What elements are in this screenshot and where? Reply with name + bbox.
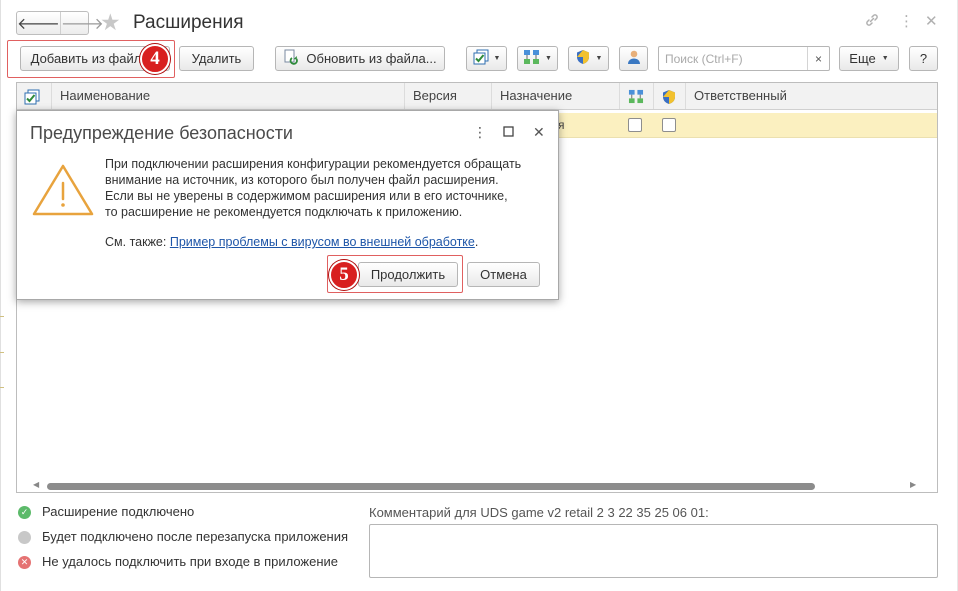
scroll-left-icon[interactable]: ◀ [33,480,39,489]
search-input[interactable] [659,47,807,70]
arrow-right-icon: 🡒 [60,15,104,33]
page-title: Расширения [133,12,244,33]
security-checkbox[interactable] [662,118,676,132]
column-security[interactable] [653,83,685,109]
window-left-border [0,0,1,591]
shield-icon [661,88,677,104]
chevron-down-icon: ▼ [545,55,552,62]
cancel-button[interactable]: Отмена [467,262,540,287]
window-edge-mark [0,316,4,317]
warning-icon [31,163,95,220]
dialog-message-line: то расширение не рекомендуется подключат… [105,205,463,219]
navigation-buttons: 🡐 🡒 [16,11,104,35]
see-also: См. также: Пример проблемы с вирусом во … [105,235,478,249]
link-icon[interactable] [864,12,880,34]
comment-label: Комментарий для UDS game v2 retail 2 3 2… [369,505,709,520]
window-edge-mark [0,387,4,388]
shield-icon [575,49,591,68]
more-button[interactable]: Еще ▼ [839,46,899,71]
table-header: Наименование Версия Назначение Ответстве… [17,83,937,110]
safe-mode-checkbox[interactable] [628,118,642,132]
column-responsible[interactable]: Ответственный [685,83,937,109]
see-also-prefix: См. также: [105,235,170,249]
help-button[interactable]: ? [909,46,938,71]
column-purpose[interactable]: Назначение [491,83,619,109]
dialog-title: Предупреждение безопасности [30,123,293,143]
window-edge-mark [0,352,4,353]
dialog-message-line: Если вы не уверены в содержимом расширен… [105,189,508,203]
close-icon[interactable]: ✕ [533,123,545,141]
select-column-header[interactable] [17,83,51,109]
user-icon [626,49,642,68]
update-from-file-button[interactable]: Обновить из файла... [275,46,445,71]
column-safe-mode[interactable] [619,83,653,109]
legend-failed: Не удалось подключить при входе в прилож… [42,554,339,569]
see-also-suffix: . [474,235,479,249]
step-marker-5: 5 [329,260,359,290]
structure-dropdown[interactable]: ▼ [517,46,558,71]
clear-search-button[interactable]: × [807,47,829,70]
check-list-icon [473,49,489,68]
forward-button[interactable]: 🡒 [61,12,104,34]
virus-example-link[interactable]: Пример проблемы с вирусом во внешней обр… [170,235,475,249]
more-label: Еще [849,51,876,66]
update-from-file-label: Обновить из файла... [306,51,437,66]
hierarchy-icon [523,49,540,68]
check-all-dropdown[interactable]: ▼ [466,46,507,71]
dialog-message: При подключении расширения конфигурации … [105,156,545,220]
dialog-message-line: При подключении расширения конфигурации … [105,157,522,171]
column-version[interactable]: Версия [404,83,491,109]
back-button[interactable]: 🡐 [17,12,61,34]
dialog-message-line: внимание на источник, из которого был по… [105,173,499,187]
comment-textarea[interactable] [369,524,938,578]
check-list-icon [24,88,40,105]
hierarchy-icon [628,88,644,104]
scroll-right-icon[interactable]: ▶ [910,480,916,489]
more-vertical-icon[interactable]: ⋮ [899,12,914,32]
legend-pending: Будет подключено после перезапуска прило… [42,529,349,544]
step-marker-4: 4 [140,44,170,74]
security-dropdown[interactable]: ▼ [568,46,609,71]
chevron-down-icon: ▼ [595,55,603,62]
close-icon[interactable]: ✕ [925,12,938,32]
error-circle-icon: ✕ [18,556,31,569]
check-circle-icon: ✓ [18,506,31,519]
security-warning-dialog: Предупреждение безопасности ⋮ ✕ При подк… [16,110,559,300]
arrow-left-icon: 🡐 [17,15,60,33]
chevron-down-icon: ▼ [881,55,889,62]
pending-circle-icon [18,531,31,544]
horizontal-scrollbar[interactable]: ◀ ▶ [27,480,927,491]
star-icon[interactable]: ★ [100,9,121,35]
delete-button[interactable]: Удалить [179,46,254,71]
legend-connected: Расширение подключено [42,504,195,519]
update-file-icon [283,49,299,68]
column-name[interactable]: Наименование [51,83,411,109]
scrollbar-thumb[interactable] [47,483,815,490]
user-button[interactable] [619,46,648,71]
search-field: × [658,46,830,71]
chevron-down-icon: ▼ [493,55,501,62]
more-vertical-icon[interactable]: ⋮ [473,123,487,141]
maximize-icon[interactable] [503,123,514,141]
